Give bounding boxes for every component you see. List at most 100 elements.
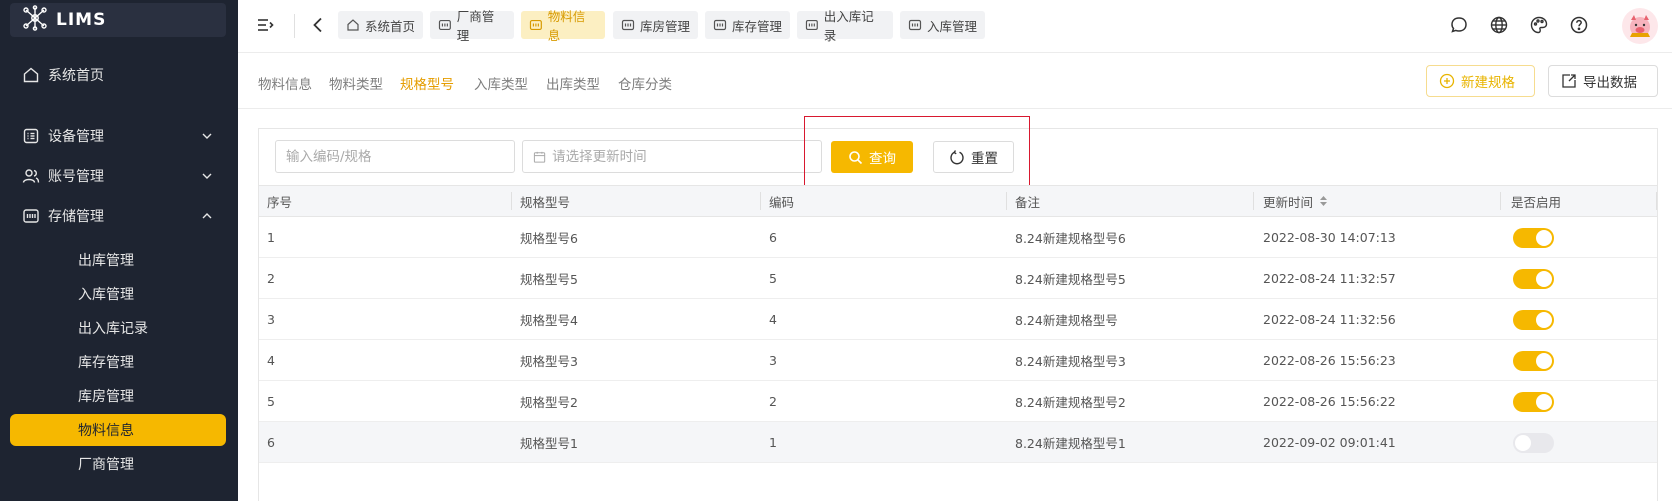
sidebar-item-inout-records[interactable]: 出入库记录 <box>10 312 226 344</box>
enabled-toggle[interactable] <box>1513 433 1554 453</box>
enabled-toggle[interactable] <box>1513 310 1554 330</box>
help-icon[interactable] <box>1569 15 1589 35</box>
avatar[interactable] <box>1622 8 1658 44</box>
sidebar-item-home[interactable]: 系统首页 <box>10 58 226 92</box>
app-logo[interactable]: LIMS <box>10 3 226 37</box>
plus-circle-icon <box>1439 73 1455 89</box>
tab-label: 库存管理 <box>732 18 783 34</box>
search-button[interactable]: 查询 <box>831 141 913 173</box>
topbar: 系统首页 厂商管理 物料信息 库房管理 库存管理 出入库记录 入库管理 <box>238 0 1672 53</box>
refresh-icon <box>950 150 964 165</box>
column-divider <box>511 192 512 210</box>
reset-button[interactable]: 重置 <box>933 141 1014 173</box>
cell-code: 5 <box>769 271 777 286</box>
sub-navigation: 物料信息 物料类型 规格型号 入库类型 出库类型 仓库分类 新建规格 导出数据 <box>238 53 1672 109</box>
sidebar-item-material-info[interactable]: 物料信息 <box>10 414 226 446</box>
export-icon <box>1562 74 1576 88</box>
tab-label: 系统首页 <box>365 18 416 34</box>
sort-icon[interactable] <box>1319 195 1328 207</box>
sidebar-group-device[interactable]: 设备管理 <box>10 119 226 153</box>
enabled-toggle[interactable] <box>1513 269 1554 289</box>
button-label: 重置 <box>971 151 998 167</box>
new-spec-button[interactable]: 新建规格 <box>1426 65 1535 97</box>
table-row[interactable]: 2 规格型号5 5 8.24新建规格型号5 2022-08-24 11:32:5… <box>259 258 1657 299</box>
cell-model: 规格型号2 <box>520 395 578 410</box>
column-divider <box>1500 192 1501 210</box>
tab-label: 厂商管理 <box>456 9 495 43</box>
tab-inventory[interactable]: 库存管理 <box>705 11 790 39</box>
cell-remark: 8.24新建规格型号5 <box>1015 272 1126 287</box>
sidebar-group-storage[interactable]: 存储管理 <box>10 199 226 233</box>
subtab-inbound-type[interactable]: 入库类型 <box>474 73 528 93</box>
column-divider <box>760 192 761 210</box>
tab-inbound[interactable]: 入库管理 <box>900 11 985 39</box>
sidebar-item-inbound[interactable]: 入库管理 <box>10 278 226 310</box>
home-icon <box>22 66 40 84</box>
subtab-material-info[interactable]: 物料信息 <box>258 73 312 93</box>
table-row[interactable]: 4 规格型号3 3 8.24新建规格型号3 2022-08-26 15:56:2… <box>259 340 1657 381</box>
sidebar-item-label: 系统首页 <box>48 68 104 84</box>
cell-code: 3 <box>769 353 777 368</box>
cell-remark: 8.24新建规格型号1 <box>1015 436 1126 451</box>
chevron-up-icon <box>202 213 212 219</box>
subtab-material-type[interactable]: 物料类型 <box>329 73 383 93</box>
cell-updated: 2022-08-24 11:32:56 <box>1263 312 1396 327</box>
cell-index: 3 <box>267 312 275 327</box>
tab-inout-records[interactable]: 出入库记录 <box>797 9 893 43</box>
enabled-toggle[interactable] <box>1513 228 1554 248</box>
device-icon <box>22 127 40 145</box>
enabled-toggle[interactable] <box>1513 351 1554 371</box>
back-arrow-icon[interactable] <box>308 15 328 35</box>
storage-icon <box>908 19 922 31</box>
cell-model: 规格型号6 <box>520 231 578 246</box>
column-divider <box>1006 192 1007 210</box>
table-row[interactable]: 3 规格型号4 4 8.24新建规格型号 2022-08-24 11:32:56 <box>259 299 1657 340</box>
sidebar-group-label: 账号管理 <box>48 169 104 185</box>
globe-icon[interactable] <box>1489 15 1509 35</box>
column-header-updated[interactable]: 更新时间 <box>1263 185 1328 217</box>
subtab-spec-model[interactable]: 规格型号 <box>400 73 454 93</box>
sidebar-group-account[interactable]: 账号管理 <box>10 159 226 193</box>
sidebar-item-warehouse[interactable]: 库房管理 <box>10 380 226 412</box>
date-field[interactable] <box>552 148 821 165</box>
sidebar-item-outbound[interactable]: 出库管理 <box>10 244 226 276</box>
table-row[interactable]: 5 规格型号2 2 8.24新建规格型号2 2022-08-26 15:56:2… <box>259 381 1657 422</box>
storage-icon <box>621 19 635 31</box>
message-icon[interactable] <box>1449 15 1469 35</box>
cell-index: 2 <box>267 271 275 286</box>
button-label: 导出数据 <box>1583 75 1637 91</box>
code-search-field[interactable] <box>286 148 514 165</box>
sidebar-item-inventory[interactable]: 库存管理 <box>10 346 226 378</box>
menu-collapse-icon[interactable] <box>255 15 275 35</box>
subtab-outbound-type[interactable]: 出库类型 <box>546 73 600 93</box>
users-icon <box>22 167 40 185</box>
update-date-picker[interactable] <box>522 140 822 173</box>
column-header-enabled: 是否启用 <box>1511 194 1562 210</box>
column-header-model: 规格型号 <box>520 194 571 210</box>
cell-updated: 2022-08-26 15:56:23 <box>1263 353 1396 368</box>
table-header <box>259 185 1657 217</box>
tab-material-info[interactable]: 物料信息 <box>521 9 605 43</box>
tab-vendor[interactable]: 厂商管理 <box>430 9 514 43</box>
avatar-pig-icon <box>1630 15 1650 37</box>
cell-model: 规格型号4 <box>520 313 578 328</box>
storage-icon <box>805 20 818 30</box>
sidebar-item-vendor[interactable]: 厂商管理 <box>10 448 226 480</box>
column-divider <box>1253 192 1254 210</box>
storage-icon <box>22 207 40 225</box>
divider <box>294 14 295 38</box>
subtab-warehouse-category[interactable]: 仓库分类 <box>618 73 672 93</box>
table-row[interactable]: 6 规格型号1 1 8.24新建规格型号1 2022-09-02 09:01:4… <box>259 422 1657 463</box>
column-header-remark: 备注 <box>1015 194 1041 210</box>
home-icon <box>347 19 359 31</box>
code-search-input[interactable] <box>275 140 515 173</box>
tab-warehouse[interactable]: 库房管理 <box>613 11 698 39</box>
export-data-button[interactable]: 导出数据 <box>1548 65 1658 97</box>
table-row[interactable]: 1 规格型号6 6 8.24新建规格型号6 2022-08-30 14:07:1… <box>259 217 1657 258</box>
cell-index: 4 <box>267 353 275 368</box>
enabled-toggle[interactable] <box>1513 392 1554 412</box>
tab-home[interactable]: 系统首页 <box>338 11 423 39</box>
cell-code: 4 <box>769 312 777 327</box>
storage-icon <box>713 19 727 31</box>
palette-icon[interactable] <box>1529 15 1549 35</box>
